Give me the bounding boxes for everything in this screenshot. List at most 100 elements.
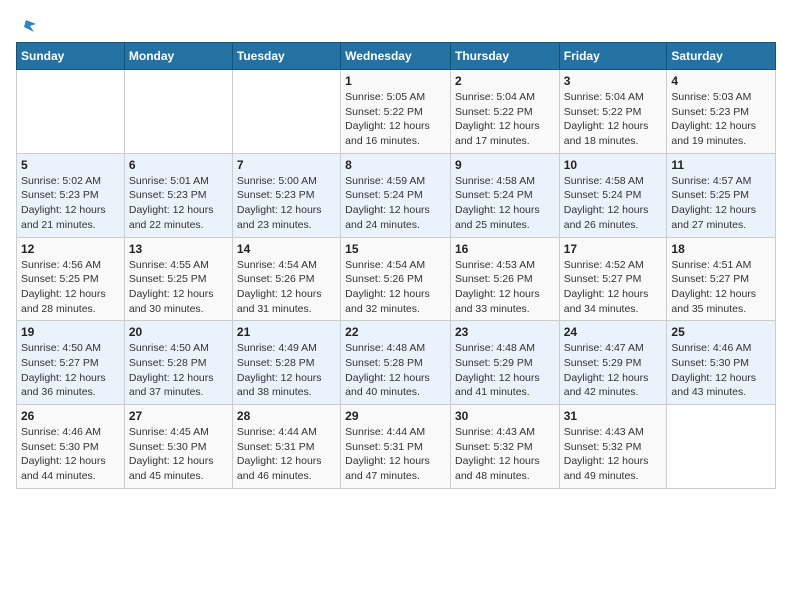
day-info: Sunrise: 4:47 AMSunset: 5:29 PMDaylight:… (564, 341, 663, 400)
day-info: Sunrise: 4:50 AMSunset: 5:27 PMDaylight:… (21, 341, 120, 400)
day-cell: 31Sunrise: 4:43 AMSunset: 5:32 PMDayligh… (559, 405, 667, 489)
header-tuesday: Tuesday (232, 43, 340, 70)
day-cell: 22 Sunrise: 4:48 AMSunset: 5:28 PMDayligh… (341, 321, 451, 405)
day-number: 25 (671, 325, 771, 339)
day-info: Sunrise: 4:51 AMSunset: 5:27 PMDaylight:… (671, 258, 771, 317)
day-number: 13 (129, 242, 228, 256)
day-number: 10 (564, 158, 663, 172)
day-number: 12 (21, 242, 120, 256)
day-number: 6 (129, 158, 228, 172)
day-cell: 26 Sunrise: 4:46 AMSunset: 5:30 PMDayligh… (17, 405, 125, 489)
day-cell: 19Sunrise: 4:50 AMSunset: 5:27 PMDayligh… (17, 321, 125, 405)
day-cell: 25 Sunrise: 4:46 AMSunset: 5:30 PMDayligh… (667, 321, 776, 405)
day-cell: 9 Sunrise: 4:58 AMSunset: 5:24 PMDaylight… (450, 153, 559, 237)
week-row-3: 12 Sunrise: 4:56 AMSunset: 5:25 PMDayligh… (17, 237, 776, 321)
day-cell: 29 Sunrise: 4:44 AMSunset: 5:31 PMDayligh… (341, 405, 451, 489)
day-cell: 14 Sunrise: 4:54 AMSunset: 5:26 PMDayligh… (232, 237, 340, 321)
day-info: Sunrise: 4:46 AMSunset: 5:30 PMDaylight:… (671, 341, 771, 400)
day-cell: 21 Sunrise: 4:49 AMSunset: 5:28 PMDayligh… (232, 321, 340, 405)
day-cell: 2Sunrise: 5:04 AMSunset: 5:22 PMDaylight… (450, 70, 559, 154)
day-cell (667, 405, 776, 489)
day-cell: 18 Sunrise: 4:51 AMSunset: 5:27 PMDayligh… (667, 237, 776, 321)
day-cell: 16 Sunrise: 4:53 AMSunset: 5:26 PMDayligh… (450, 237, 559, 321)
day-info: Sunrise: 4:52 AMSunset: 5:27 PMDaylight:… (564, 258, 663, 317)
day-info: Sunrise: 5:03 AMSunset: 5:23 PMDaylight:… (671, 90, 771, 149)
day-info: Sunrise: 5:02 AMSunset: 5:23 PMDaylight:… (21, 174, 120, 233)
logo (16, 16, 36, 32)
day-cell: 1 Sunrise: 5:05 AMSunset: 5:22 PMDaylight… (341, 70, 451, 154)
day-cell: 12 Sunrise: 4:56 AMSunset: 5:25 PMDayligh… (17, 237, 125, 321)
day-cell: 7 Sunrise: 5:00 AMSunset: 5:23 PMDaylight… (232, 153, 340, 237)
day-info: Sunrise: 4:43 AMSunset: 5:32 PMDaylight:… (564, 425, 663, 484)
day-number: 21 (237, 325, 336, 339)
day-info: Sunrise: 4:59 AMSunset: 5:24 PMDaylight:… (345, 174, 446, 233)
day-cell: 10Sunrise: 4:58 AMSunset: 5:24 PMDayligh… (559, 153, 667, 237)
week-row-1: 1 Sunrise: 5:05 AMSunset: 5:22 PMDaylight… (17, 70, 776, 154)
day-number: 28 (237, 409, 336, 423)
day-info: Sunrise: 4:50 AMSunset: 5:28 PMDaylight:… (129, 341, 228, 400)
day-cell: 30Sunrise: 4:43 AMSunset: 5:32 PMDayligh… (450, 405, 559, 489)
day-cell: 5 Sunrise: 5:02 AMSunset: 5:23 PMDaylight… (17, 153, 125, 237)
day-info: Sunrise: 4:54 AMSunset: 5:26 PMDaylight:… (237, 258, 336, 317)
day-info: Sunrise: 5:05 AMSunset: 5:22 PMDaylight:… (345, 90, 446, 149)
week-row-5: 26 Sunrise: 4:46 AMSunset: 5:30 PMDayligh… (17, 405, 776, 489)
day-cell: 11Sunrise: 4:57 AMSunset: 5:25 PMDayligh… (667, 153, 776, 237)
day-info: Sunrise: 4:53 AMSunset: 5:26 PMDaylight:… (455, 258, 555, 317)
day-cell: 8 Sunrise: 4:59 AMSunset: 5:24 PMDaylight… (341, 153, 451, 237)
calendar-header: SundayMondayTuesdayWednesdayThursdayFrid… (17, 43, 776, 70)
day-number: 27 (129, 409, 228, 423)
day-number: 20 (129, 325, 228, 339)
header-sunday: Sunday (17, 43, 125, 70)
day-info: Sunrise: 4:56 AMSunset: 5:25 PMDaylight:… (21, 258, 120, 317)
week-row-4: 19Sunrise: 4:50 AMSunset: 5:27 PMDayligh… (17, 321, 776, 405)
day-number: 1 (345, 74, 446, 88)
day-number: 22 (345, 325, 446, 339)
day-number: 9 (455, 158, 555, 172)
day-number: 26 (21, 409, 120, 423)
day-cell: 3Sunrise: 5:04 AMSunset: 5:22 PMDaylight… (559, 70, 667, 154)
calendar-table: SundayMondayTuesdayWednesdayThursdayFrid… (16, 42, 776, 489)
day-cell: 4 Sunrise: 5:03 AMSunset: 5:23 PMDaylight… (667, 70, 776, 154)
day-cell: 15 Sunrise: 4:54 AMSunset: 5:26 PMDayligh… (341, 237, 451, 321)
day-number: 5 (21, 158, 120, 172)
header-saturday: Saturday (667, 43, 776, 70)
day-info: Sunrise: 4:49 AMSunset: 5:28 PMDaylight:… (237, 341, 336, 400)
day-info: Sunrise: 5:00 AMSunset: 5:23 PMDaylight:… (237, 174, 336, 233)
day-number: 18 (671, 242, 771, 256)
day-number: 7 (237, 158, 336, 172)
day-cell: 23 Sunrise: 4:48 AMSunset: 5:29 PMDayligh… (450, 321, 559, 405)
header-monday: Monday (124, 43, 232, 70)
day-info: Sunrise: 5:04 AMSunset: 5:22 PMDaylight:… (564, 90, 663, 149)
day-cell: 17 Sunrise: 4:52 AMSunset: 5:27 PMDayligh… (559, 237, 667, 321)
week-row-2: 5 Sunrise: 5:02 AMSunset: 5:23 PMDaylight… (17, 153, 776, 237)
logo-bird-icon (16, 16, 36, 36)
day-number: 30 (455, 409, 555, 423)
day-number: 16 (455, 242, 555, 256)
day-info: Sunrise: 5:04 AMSunset: 5:22 PMDaylight:… (455, 90, 555, 149)
day-info: Sunrise: 4:54 AMSunset: 5:26 PMDaylight:… (345, 258, 446, 317)
day-info: Sunrise: 5:01 AMSunset: 5:23 PMDaylight:… (129, 174, 228, 233)
day-info: Sunrise: 4:44 AMSunset: 5:31 PMDaylight:… (345, 425, 446, 484)
header-thursday: Thursday (450, 43, 559, 70)
day-number: 15 (345, 242, 446, 256)
day-number: 4 (671, 74, 771, 88)
day-number: 24 (564, 325, 663, 339)
day-number: 14 (237, 242, 336, 256)
day-cell: 13 Sunrise: 4:55 AMSunset: 5:25 PMDayligh… (124, 237, 232, 321)
day-info: Sunrise: 4:48 AMSunset: 5:28 PMDaylight:… (345, 341, 446, 400)
calendar-body: 1 Sunrise: 5:05 AMSunset: 5:22 PMDaylight… (17, 70, 776, 489)
day-cell: 28 Sunrise: 4:44 AMSunset: 5:31 PMDayligh… (232, 405, 340, 489)
day-cell (124, 70, 232, 154)
header-friday: Friday (559, 43, 667, 70)
day-number: 17 (564, 242, 663, 256)
day-info: Sunrise: 4:44 AMSunset: 5:31 PMDaylight:… (237, 425, 336, 484)
day-number: 8 (345, 158, 446, 172)
day-info: Sunrise: 4:58 AMSunset: 5:24 PMDaylight:… (455, 174, 555, 233)
day-number: 11 (671, 158, 771, 172)
day-cell: 20 Sunrise: 4:50 AMSunset: 5:28 PMDayligh… (124, 321, 232, 405)
day-info: Sunrise: 4:46 AMSunset: 5:30 PMDaylight:… (21, 425, 120, 484)
day-number: 29 (345, 409, 446, 423)
day-info: Sunrise: 4:48 AMSunset: 5:29 PMDaylight:… (455, 341, 555, 400)
day-info: Sunrise: 4:55 AMSunset: 5:25 PMDaylight:… (129, 258, 228, 317)
day-number: 23 (455, 325, 555, 339)
